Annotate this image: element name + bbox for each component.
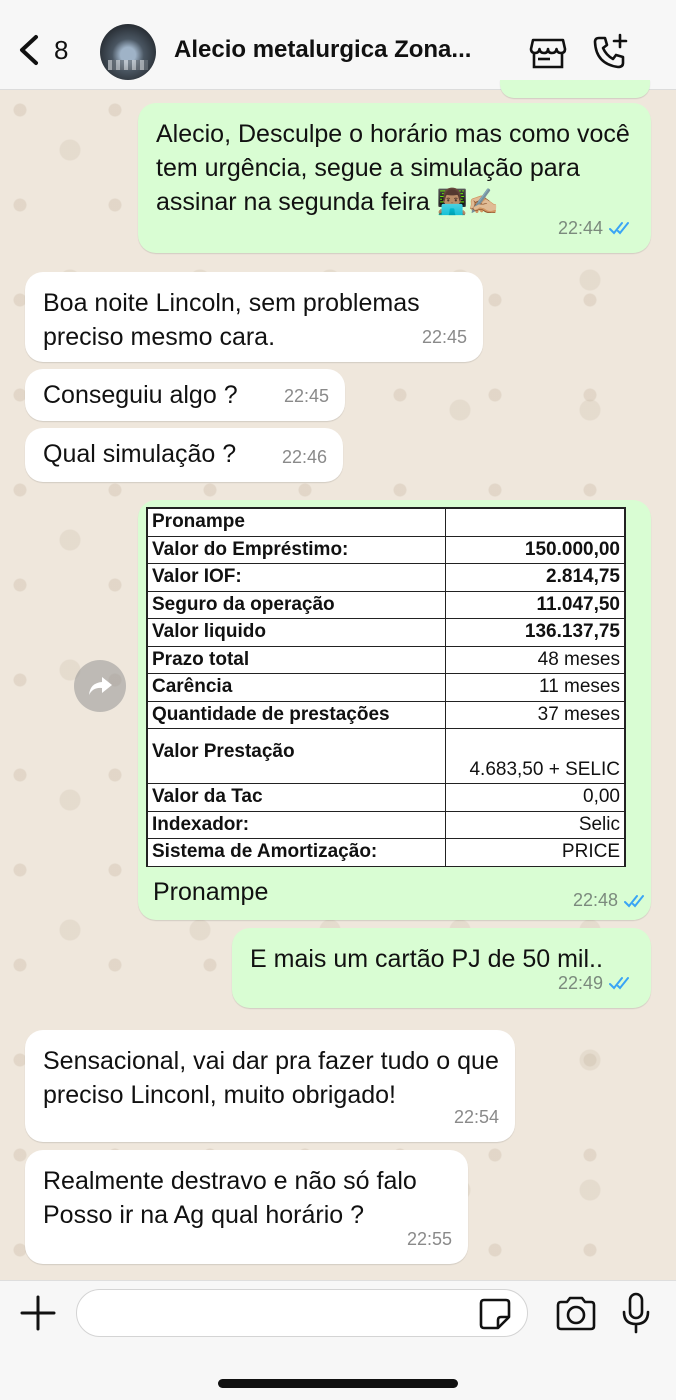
message-time: 22:45 — [283, 386, 329, 406]
sticker-icon[interactable] — [478, 1297, 512, 1331]
back-button[interactable]: 8 — [16, 30, 86, 70]
store-icon[interactable] — [528, 32, 568, 72]
table-row: Valor da Tac 0,00 — [147, 783, 625, 812]
table-row: Seguro da operação 11.047,50 — [147, 590, 625, 619]
avatar[interactable] — [100, 24, 156, 80]
message-time: 22:48 — [573, 890, 650, 911]
message-input[interactable] — [76, 1289, 528, 1337]
simulation-table: Pronampe Valor do Empréstimo: 150.000,00 … — [147, 508, 625, 867]
table-row: Valor IOF: 2.814,75 — [147, 563, 625, 592]
call-add-icon[interactable] — [590, 32, 630, 72]
message-bubble-outgoing[interactable]: E mais um cartão PJ de 50 mil.. 22:49 — [232, 928, 651, 1008]
mic-icon[interactable] — [620, 1291, 652, 1335]
message-bubble-incoming[interactable]: Conseguiu algo ? 22:45 — [25, 369, 345, 421]
message-text: Realmente destravo e não só falo Posso i… — [43, 1167, 417, 1229]
message-bubble-partial — [500, 80, 650, 98]
message-time: 22:54 — [453, 1107, 499, 1127]
message-time: 22:44 — [558, 211, 635, 245]
forward-icon — [89, 677, 112, 695]
message-time: 22:55 — [406, 1229, 452, 1249]
table-row: Pronampe — [147, 508, 625, 537]
message-text: Sensacional, vai dar pra fazer tudo o qu… — [43, 1047, 499, 1109]
contact-name[interactable]: Alecio metalurgica Zona... — [174, 36, 471, 64]
back-chevron-icon — [20, 35, 38, 65]
message-bubble-outgoing[interactable]: Alecio, Desculpe o horário mas como você… — [138, 103, 651, 253]
message-bubble-incoming[interactable]: Boa noite Lincoln, sem problemas preciso… — [25, 272, 483, 362]
double-check-icon — [624, 894, 644, 907]
message-bubble-incoming[interactable]: Sensacional, vai dar pra fazer tudo o qu… — [25, 1030, 515, 1142]
message-time: 22:46 — [281, 447, 327, 467]
table-row: Valor Prestação 4.683,50 + SELIC — [147, 728, 625, 784]
double-check-icon — [609, 977, 629, 990]
table-row: Prazo total 48 meses — [147, 645, 625, 674]
double-check-icon — [609, 222, 629, 235]
image-caption: Pronampe — [153, 878, 269, 906]
table-row: Sistema de Amortização: PRICE — [147, 838, 625, 867]
table-row: Quantidade de prestações 37 meses — [147, 700, 625, 729]
message-time: 22:49 — [558, 966, 635, 1000]
chat-header: 8 Alecio metalurgica Zona... — [0, 0, 676, 90]
message-bubble-incoming[interactable]: Qual simulação ? 22:46 — [25, 428, 343, 482]
message-time: 22:45 — [421, 327, 467, 347]
table-row: Carência 11 meses — [147, 673, 625, 702]
table-row: Valor liquido 136.137,75 — [147, 618, 625, 647]
table-row: Valor do Empréstimo: 150.000,00 — [147, 535, 625, 564]
message-text: Boa noite Lincoln, sem problemas preciso… — [43, 289, 420, 351]
table-row: Indexador: Selic — [147, 810, 625, 839]
forward-button[interactable] — [74, 660, 126, 712]
plus-icon[interactable] — [18, 1293, 58, 1333]
unread-count: 8 — [54, 34, 69, 65]
home-indicator — [218, 1379, 458, 1388]
composer-bar — [0, 1280, 676, 1400]
camera-icon[interactable] — [554, 1293, 598, 1333]
simulation-image[interactable]: Pronampe Valor do Empréstimo: 150.000,00 … — [146, 507, 626, 867]
message-bubble-incoming[interactable]: Realmente destravo e não só falo Posso i… — [25, 1150, 468, 1264]
message-text: Alecio, Desculpe o horário mas como você… — [156, 120, 630, 216]
